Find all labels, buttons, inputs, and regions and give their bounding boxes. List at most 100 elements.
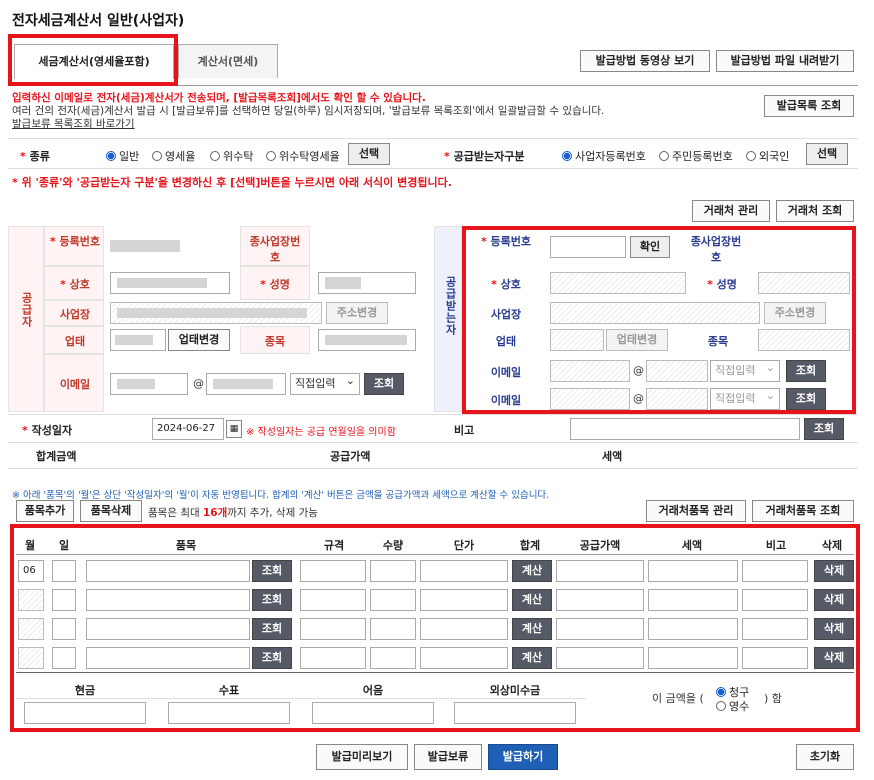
issue-list-button[interactable]: 발급목록 조회 bbox=[764, 95, 854, 117]
remark-input[interactable] bbox=[570, 418, 800, 440]
payment-input-3[interactable] bbox=[454, 702, 576, 724]
supplier-biz-change-button[interactable]: 업태변경 bbox=[168, 329, 230, 351]
tab-tax-invoice[interactable]: 세금계산서(영세율포함) bbox=[14, 44, 174, 79]
item-supply-input[interactable] bbox=[556, 589, 644, 611]
item-tax-input[interactable] bbox=[648, 647, 738, 669]
item-price-input[interactable] bbox=[420, 589, 508, 611]
add-item-button[interactable]: 품목추가 bbox=[16, 500, 74, 522]
receiver-email1-domain-select[interactable]: 직접입력 bbox=[710, 358, 780, 382]
payment-receipt-option[interactable]: 영수 bbox=[716, 698, 749, 714]
notice-line2: 여러 건의 전자(세금)계산서 발급 시 [발급보류]를 선택하면 당일(하루)… bbox=[12, 105, 605, 117]
reset-button[interactable]: 초기화 bbox=[796, 744, 854, 770]
item-day-input[interactable] bbox=[52, 560, 76, 582]
item-spec-input[interactable] bbox=[300, 618, 366, 640]
item-tax-input[interactable] bbox=[648, 589, 738, 611]
item-day-input[interactable] bbox=[52, 647, 76, 669]
payment-input-1[interactable] bbox=[168, 702, 290, 724]
preview-button[interactable]: 발급미리보기 bbox=[316, 744, 408, 770]
item-qty-input[interactable] bbox=[370, 589, 416, 611]
item-delete-button[interactable]: 삭제 bbox=[814, 589, 854, 611]
item-lookup-button[interactable]: 조회 bbox=[252, 647, 292, 669]
item-lookup-button[interactable]: 조회 bbox=[252, 618, 292, 640]
item-name-input[interactable] bbox=[86, 560, 250, 582]
supplier-biz-input[interactable] bbox=[110, 329, 166, 351]
item-qty-input[interactable] bbox=[370, 560, 416, 582]
item-delete-button[interactable]: 삭제 bbox=[814, 647, 854, 669]
item-tax-input[interactable] bbox=[648, 560, 738, 582]
item-calc-button[interactable]: 계산 bbox=[512, 589, 552, 611]
item-delete-button[interactable]: 삭제 bbox=[814, 618, 854, 640]
item-tax-input[interactable] bbox=[648, 618, 738, 640]
item-name-input[interactable] bbox=[86, 589, 250, 611]
calendar-icon[interactable]: ▦ bbox=[226, 420, 242, 438]
item-remark-input[interactable] bbox=[742, 560, 808, 582]
item-lookup-button[interactable]: 조회 bbox=[252, 589, 292, 611]
item-spec-input[interactable] bbox=[300, 560, 366, 582]
item-day-input[interactable] bbox=[52, 589, 76, 611]
receiver-confirm-button[interactable]: 확인 bbox=[630, 236, 670, 258]
remark-lookup-button[interactable]: 조회 bbox=[804, 418, 844, 440]
item-qty-input[interactable] bbox=[370, 618, 416, 640]
receiver-regno-input[interactable] bbox=[550, 236, 626, 258]
item-remark-input[interactable] bbox=[742, 618, 808, 640]
item-price-input[interactable] bbox=[420, 647, 508, 669]
payment-input-0[interactable] bbox=[24, 702, 146, 724]
item-lookup-button[interactable]: 조회 bbox=[252, 560, 292, 582]
date-input[interactable]: 2024-06-27 bbox=[152, 418, 224, 440]
file-download-button[interactable]: 발급방법 파일 내려받기 bbox=[716, 50, 854, 72]
type-option-consign[interactable]: 위수탁 bbox=[210, 148, 253, 164]
item-calc-button[interactable]: 계산 bbox=[512, 647, 552, 669]
recv-option-foreigner[interactable]: 외국인 bbox=[746, 148, 789, 164]
supplier-addr-change-button[interactable]: 주소변경 bbox=[326, 302, 388, 324]
item-calc-button[interactable]: 계산 bbox=[512, 618, 552, 640]
issue-button[interactable]: 발급하기 bbox=[488, 744, 558, 770]
receiver-email2-lookup-button[interactable]: 조회 bbox=[786, 388, 826, 410]
item-spec-input[interactable] bbox=[300, 647, 366, 669]
receiver-addr-change-button[interactable]: 주소변경 bbox=[764, 302, 826, 324]
payment-input-2[interactable] bbox=[312, 702, 434, 724]
item-spec-input[interactable] bbox=[300, 589, 366, 611]
item-price-input[interactable] bbox=[420, 618, 508, 640]
video-guide-button[interactable]: 발급방법 동영상 보기 bbox=[580, 50, 710, 72]
hold-button[interactable]: 발급보류 bbox=[414, 744, 482, 770]
item-price-input[interactable] bbox=[420, 560, 508, 582]
tab-invoice-exempt[interactable]: 계산서(면세) bbox=[178, 44, 278, 78]
partner-item-manage-button[interactable]: 거래처품목 관리 bbox=[646, 500, 746, 522]
recv-option-resident[interactable]: 주민등록번호 bbox=[659, 148, 733, 164]
type-option-general[interactable]: 일반 bbox=[106, 148, 139, 164]
supplier-regno-label: 등록번호 bbox=[59, 235, 101, 248]
item-name-input[interactable] bbox=[86, 647, 250, 669]
item-remark-input[interactable] bbox=[742, 647, 808, 669]
supplier-email-id-input[interactable] bbox=[110, 373, 188, 395]
supplier-ceo-input[interactable] bbox=[318, 272, 416, 294]
item-name-input[interactable] bbox=[86, 618, 250, 640]
receiver-select-button[interactable]: 선택 bbox=[806, 143, 848, 165]
receiver-email1-lookup-button[interactable]: 조회 bbox=[786, 360, 826, 382]
supplier-email-domain-select[interactable]: 직접입력 bbox=[290, 371, 360, 395]
supplier-name-input[interactable] bbox=[110, 272, 230, 294]
item-remark-input[interactable] bbox=[742, 589, 808, 611]
receiver-biz-label: 업태 bbox=[495, 335, 517, 348]
partner-manage-button[interactable]: 거래처 관리 bbox=[692, 200, 770, 222]
item-supply-input[interactable] bbox=[556, 618, 644, 640]
item-qty-input[interactable] bbox=[370, 647, 416, 669]
supplier-item-input[interactable] bbox=[318, 329, 416, 351]
delete-item-button[interactable]: 품목삭제 bbox=[80, 500, 142, 522]
type-option-consign-zero[interactable]: 위수탁영세율 bbox=[266, 148, 340, 164]
partner-lookup-button[interactable]: 거래처 조회 bbox=[776, 200, 854, 222]
recv-option-bizno[interactable]: 사업자등록번호 bbox=[562, 148, 646, 164]
item-day-input[interactable] bbox=[52, 618, 76, 640]
supplier-email-domain-input[interactable] bbox=[206, 373, 286, 395]
hold-list-link[interactable]: 발급보류 목록조회 바로가기 bbox=[12, 118, 762, 131]
type-option-zero[interactable]: 영세율 bbox=[152, 148, 195, 164]
item-delete-button[interactable]: 삭제 bbox=[814, 560, 854, 582]
item-supply-input[interactable] bbox=[556, 560, 644, 582]
partner-item-lookup-button[interactable]: 거래처품목 조회 bbox=[752, 500, 854, 522]
receiver-email2-domain-select[interactable]: 직접입력 bbox=[710, 386, 780, 410]
type-select-button[interactable]: 선택 bbox=[348, 143, 390, 165]
items-col-8: 세액 bbox=[681, 539, 703, 552]
item-supply-input[interactable] bbox=[556, 647, 644, 669]
receiver-biz-change-button[interactable]: 업태변경 bbox=[606, 329, 668, 351]
item-calc-button[interactable]: 계산 bbox=[512, 560, 552, 582]
supplier-email-lookup-button[interactable]: 조회 bbox=[364, 373, 404, 395]
